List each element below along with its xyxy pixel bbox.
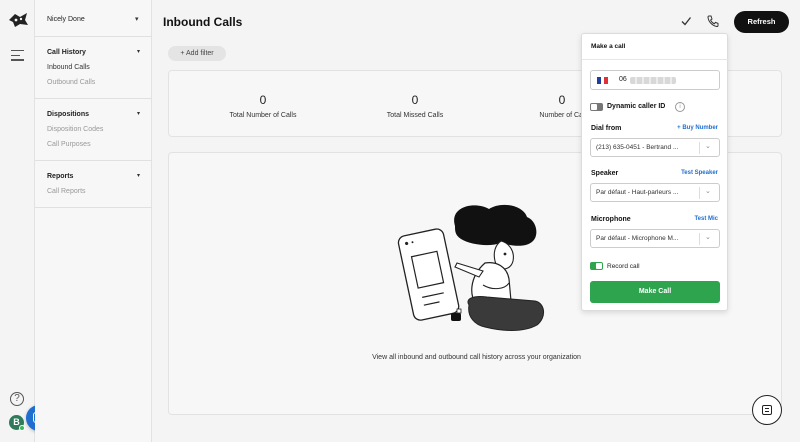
- chevron-down-icon[interactable]: ▾: [137, 48, 140, 55]
- sidebar: Nicely Done ▾ Call History ▾ Inbound Cal…: [35, 0, 152, 442]
- stat-label: Total Number of Calls: [229, 112, 297, 119]
- divider: [35, 160, 152, 161]
- chevron-down-icon[interactable]: ▾: [135, 15, 139, 23]
- microphone-value: Par défaut - Microphone M...: [596, 235, 679, 242]
- page-title: Inbound Calls: [163, 15, 243, 29]
- presence-indicator: [19, 425, 25, 431]
- speaker-select[interactable]: Par défaut - Haut-parleurs ... ⌄: [590, 183, 720, 202]
- sidebar-item-call-reports[interactable]: Call Reports: [47, 188, 86, 195]
- org-name[interactable]: Nicely Done: [47, 16, 85, 23]
- stat-total-calls: 0 Total Number of Calls: [213, 93, 313, 119]
- sidebar-item-inbound-calls[interactable]: Inbound Calls: [47, 64, 90, 71]
- stat-value: 0: [411, 93, 419, 107]
- phone-number-value: 06: [619, 76, 627, 83]
- sidebar-item-disposition-codes[interactable]: Disposition Codes: [47, 126, 103, 133]
- panel-title: Make a call: [591, 43, 626, 50]
- brand-logo-icon[interactable]: [7, 11, 29, 29]
- chevron-down-icon[interactable]: ⌄: [705, 233, 711, 241]
- refresh-button[interactable]: Refresh: [734, 11, 789, 33]
- empty-state-illustration: [397, 204, 544, 331]
- test-mic-link[interactable]: Test Mic: [694, 216, 718, 222]
- sidebar-item-outbound-calls[interactable]: Outbound Calls: [47, 79, 95, 86]
- record-call-toggle[interactable]: [590, 262, 603, 270]
- stat-value: 0: [259, 93, 267, 107]
- dynamic-caller-id-toggle[interactable]: [590, 103, 603, 111]
- test-speaker-link[interactable]: Test Speaker: [681, 170, 718, 176]
- support-chat-icon[interactable]: [752, 395, 782, 425]
- divider: [582, 59, 729, 60]
- help-icon[interactable]: ?: [10, 392, 24, 406]
- make-call-panel: Make a call 06 Dynamic caller ID i Dial …: [581, 33, 729, 311]
- divider: [699, 142, 700, 154]
- chevron-down-icon[interactable]: ▾: [137, 110, 140, 117]
- section-reports[interactable]: Reports: [47, 173, 73, 180]
- icon-rail: ? B: [0, 0, 35, 442]
- microphone-select[interactable]: Par défaut - Microphone M... ⌄: [590, 229, 720, 248]
- divider: [35, 207, 152, 208]
- dial-from-value: (213) 635-0451 - Bertrand ...: [596, 144, 679, 151]
- stat-label: Total Missed Calls: [386, 112, 444, 119]
- microphone-label: Microphone: [591, 216, 631, 223]
- check-icon[interactable]: [680, 14, 692, 28]
- france-flag-icon[interactable]: [597, 77, 609, 84]
- divider: [699, 187, 700, 199]
- record-call-label: Record call: [607, 263, 640, 270]
- dynamic-caller-id-label: Dynamic caller ID: [607, 103, 666, 110]
- hamburger-icon[interactable]: [11, 50, 24, 61]
- dial-from-label: Dial from: [591, 125, 622, 132]
- divider: [35, 98, 152, 99]
- divider: [35, 36, 152, 37]
- sidebar-item-call-purposes[interactable]: Call Purposes: [47, 141, 91, 148]
- make-call-button[interactable]: Make Call: [590, 281, 720, 303]
- phone-number-input[interactable]: 06: [590, 70, 720, 90]
- phone-icon[interactable]: [706, 14, 719, 28]
- speaker-label: Speaker: [591, 170, 619, 177]
- section-dispositions[interactable]: Dispositions: [47, 111, 89, 118]
- section-call-history[interactable]: Call History: [47, 49, 86, 56]
- dial-from-select[interactable]: (213) 635-0451 - Bertrand ... ⌄: [590, 138, 720, 157]
- redacted-number: [630, 77, 676, 84]
- empty-state-message: View all inbound and outbound call histo…: [372, 354, 581, 361]
- chevron-down-icon[interactable]: ⌄: [705, 187, 711, 195]
- stat-missed-calls: 0 Total Missed Calls: [365, 93, 465, 119]
- chevron-down-icon[interactable]: ⌄: [705, 142, 711, 150]
- add-filter-button[interactable]: + Add filter: [168, 46, 226, 61]
- speaker-value: Par défaut - Haut-parleurs ...: [596, 189, 679, 196]
- divider: [699, 233, 700, 245]
- info-icon[interactable]: i: [675, 102, 685, 112]
- buy-number-link[interactable]: + Buy Number: [677, 125, 718, 131]
- chevron-down-icon[interactable]: ▾: [137, 172, 140, 179]
